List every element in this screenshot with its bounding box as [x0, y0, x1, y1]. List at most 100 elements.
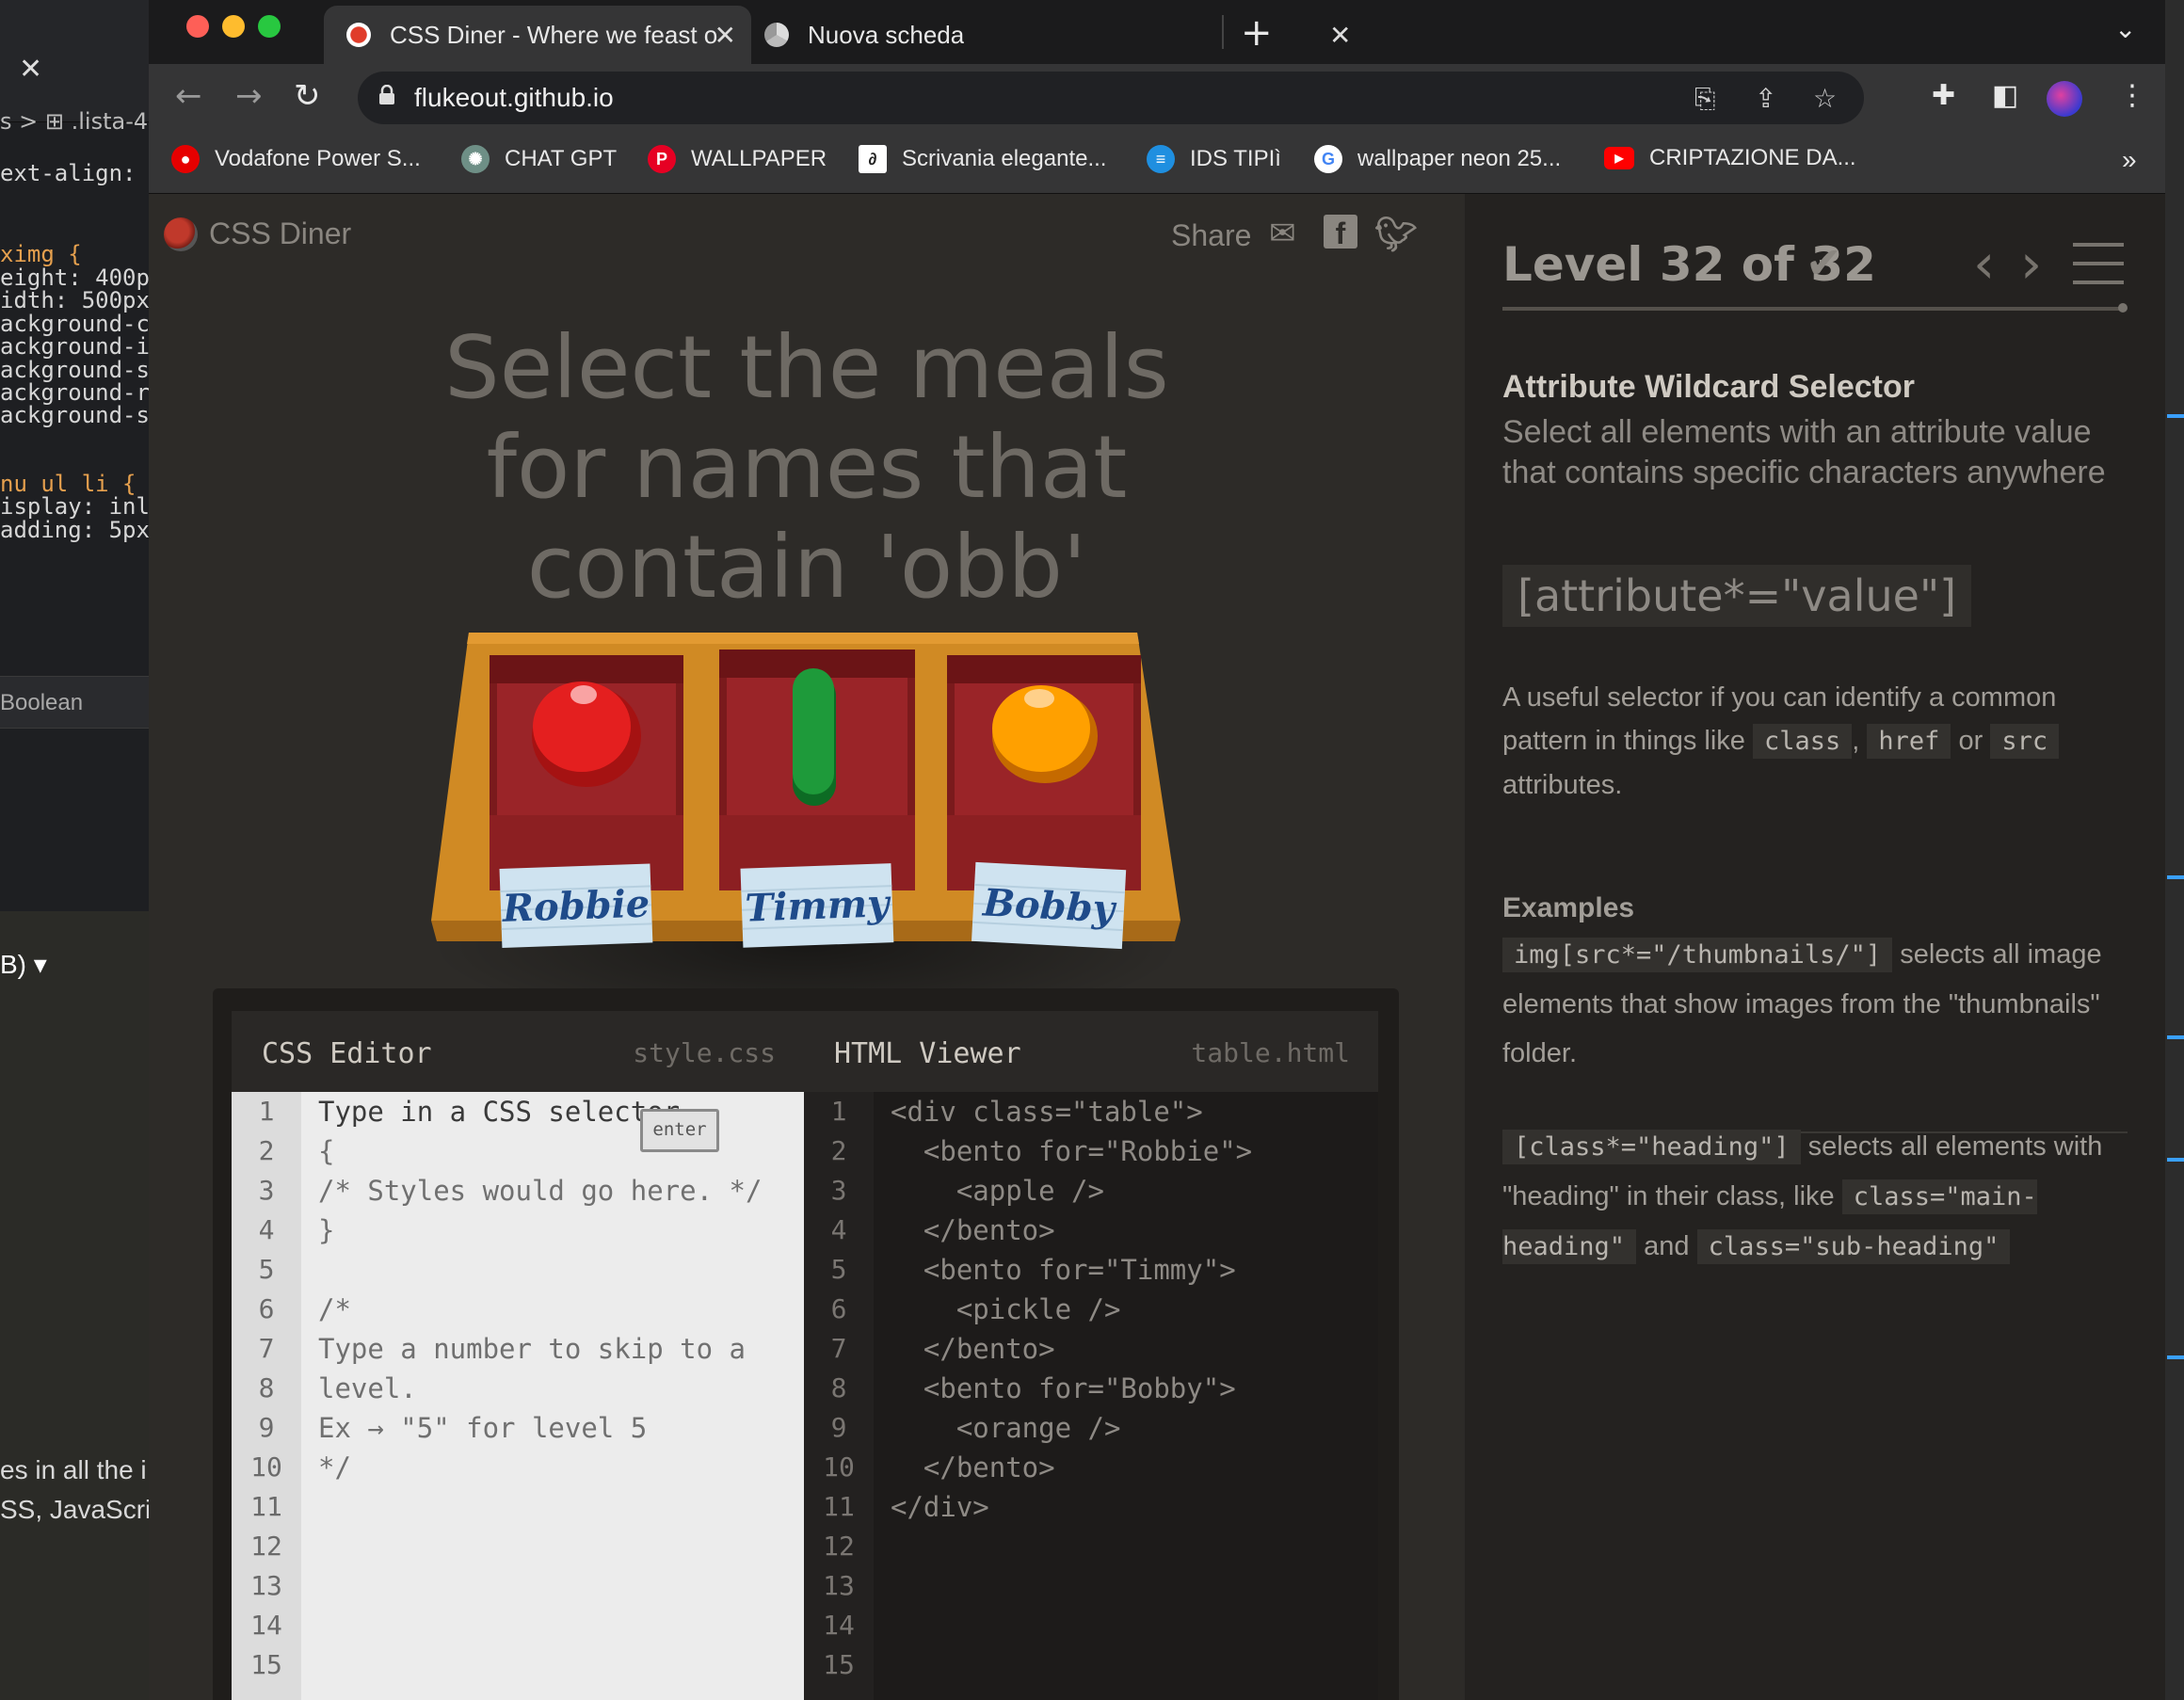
line-number: 9	[258, 1412, 275, 1443]
tab-new-tab[interactable]: Nuova scheda ✕	[761, 6, 1363, 64]
email-icon[interactable]: ✉	[1269, 215, 1296, 252]
code-line[interactable]	[318, 1487, 762, 1527]
close-tab-icon[interactable]: ✕	[1329, 20, 1363, 51]
bookmark-star-icon[interactable]: ☆	[1813, 83, 1837, 114]
bookmark-scrivania[interactable]: ∂ Scrivania elegante...	[859, 145, 1106, 173]
browser-toolbar: ← → ↻ flukeout.github.io ⎘ ⇪ ☆ ✚ ◧ ⋮	[149, 64, 2165, 132]
level-instruction: Select the meals for names that contain …	[444, 317, 1169, 617]
line-number: 4	[258, 1214, 275, 1245]
background-editor-window: ✕ s > ⊞ .lista-4 ext-align: ximg {eight: …	[0, 0, 151, 1700]
code-line[interactable]: level.	[318, 1369, 762, 1408]
css-diner-favicon-icon	[346, 23, 371, 47]
example-2: [class*="heading"] selects all elements …	[1502, 1122, 2133, 1272]
code-line[interactable]: */	[318, 1448, 762, 1487]
code-line[interactable]: Type a number to skip to a	[318, 1329, 762, 1369]
code-line[interactable]	[318, 1566, 762, 1606]
close-tab-icon[interactable]: ✕	[715, 20, 736, 51]
close-icon[interactable]: ✕	[19, 53, 42, 86]
level-menu-icon[interactable]	[2073, 243, 2124, 284]
code-line[interactable]	[891, 1606, 1252, 1645]
code-line[interactable]: <div class="table">	[891, 1092, 1252, 1131]
name-tag-text: Timmy	[745, 881, 892, 930]
bookmark-wallpaper-neon[interactable]: Gwallpaper neon 25...	[1314, 145, 1561, 173]
css-editor-pane: CSS Editor style.css 1 2 3 4 5 6 7 8 9 10 11 12 13 14…	[232, 1011, 804, 1700]
share-icon[interactable]: ⇪	[1755, 83, 1776, 114]
vodafone-icon: ●	[171, 145, 200, 173]
zoom-window-button[interactable]	[258, 15, 281, 38]
code-line[interactable]	[318, 1527, 762, 1566]
line-number: 15	[250, 1649, 282, 1680]
code-line[interactable]: <bento for="Robbie">	[891, 1131, 1252, 1171]
name-tag-text: Robbie	[501, 881, 650, 930]
code-line[interactable]: <orange />	[891, 1408, 1252, 1448]
twitter-icon[interactable]: 🐦︎	[1374, 215, 1418, 254]
minimize-window-button[interactable]	[222, 15, 245, 38]
code-line[interactable]: <bento for="Timmy">	[891, 1250, 1252, 1290]
bookmark-vodafone[interactable]: ● Vodafone Power S...	[171, 145, 421, 173]
example-code: [class*="heading"]	[1502, 1130, 1801, 1164]
address-bar[interactable]: flukeout.github.io ⎘ ⇪ ☆	[358, 72, 1864, 124]
code-line[interactable]: </bento>	[891, 1448, 1252, 1487]
code-line[interactable]: </div>	[891, 1487, 1252, 1527]
back-icon[interactable]: ←	[175, 77, 202, 115]
game-area: CSS Diner Share ✉ f 🐦︎ Select the meals …	[149, 194, 1465, 1700]
tab-css-diner[interactable]: CSS Diner - Where we feast on ✕	[324, 6, 751, 64]
next-level-icon[interactable]: ›	[2020, 232, 2042, 296]
bookmark-wallpaper[interactable]: P WALLPAPER	[648, 145, 827, 173]
share-label: Share	[1171, 218, 1252, 252]
code-line[interactable]: /* Styles would go here. */	[318, 1171, 762, 1211]
extensions-icon[interactable]: ✚	[1932, 79, 1955, 112]
page-content: CSS Diner Share ✉ f 🐦︎ Select the meals …	[149, 194, 2165, 1700]
code-line[interactable]	[891, 1566, 1252, 1606]
code-line[interactable]	[318, 1645, 762, 1685]
code-line[interactable]: </bento>	[891, 1329, 1252, 1369]
close-window-button[interactable]	[186, 15, 209, 38]
forward-icon[interactable]: →	[235, 77, 263, 115]
code-line[interactable]	[318, 1606, 762, 1645]
bookmark-chatgpt[interactable]: ✺ CHAT GPT	[461, 145, 617, 173]
code-line[interactable]	[318, 1250, 762, 1290]
tab-search-chevron-icon[interactable]: ⌄	[2114, 13, 2136, 44]
line-number: 12	[823, 1531, 855, 1562]
new-tab-icon[interactable]: +	[1241, 11, 1273, 55]
code-line[interactable]: </bento>	[891, 1211, 1252, 1250]
dropdown-label[interactable]: B) ▾	[0, 949, 47, 980]
code-line[interactable]: }	[318, 1211, 762, 1250]
selector-name: Attribute Wildcard Selector	[1502, 369, 1915, 405]
code-line[interactable]	[891, 1527, 1252, 1566]
css-editor-filename: style.css	[633, 1037, 776, 1068]
css-selector-input[interactable]: Type in a CSS selector{/* Styles would g…	[318, 1092, 762, 1685]
hint-code: class	[1753, 724, 1853, 759]
html-viewer-header: HTML Viewer table.html	[804, 1011, 1378, 1092]
code-line[interactable]: /*	[318, 1290, 762, 1329]
enter-button[interactable]: enter	[640, 1109, 719, 1152]
profile-avatar[interactable]	[2047, 81, 2082, 117]
side-panel-icon[interactable]: ◧	[1992, 79, 2018, 112]
more-menu-icon[interactable]: ⋮	[2118, 79, 2146, 112]
line-number: 8	[830, 1372, 847, 1403]
html-viewer-filename: table.html	[1191, 1037, 1350, 1068]
code-line[interactable]: <apple />	[891, 1171, 1252, 1211]
code-line[interactable]: <bento for="Bobby">	[891, 1369, 1252, 1408]
line-number: 6	[258, 1293, 275, 1324]
css-diner-logo[interactable]: CSS Diner	[164, 217, 351, 251]
code-line[interactable]: Ex → "5" for level 5	[318, 1408, 762, 1448]
bookmark-label: CRIPTAZIONE DA...	[1649, 145, 1856, 170]
reload-icon[interactable]: ↻	[294, 77, 321, 115]
previous-level-icon[interactable]: ‹	[1973, 232, 1995, 296]
bookmark-criptazione[interactable]: ▶ CRIPTAZIONE DA...	[1604, 145, 1856, 171]
code-line[interactable]	[891, 1645, 1252, 1685]
line-number: 3	[258, 1175, 275, 1206]
line-number: 6	[830, 1293, 847, 1324]
bookmarks-overflow-icon[interactable]: »	[2122, 145, 2137, 175]
translate-icon[interactable]: ⎘	[1694, 83, 1715, 115]
logo-plate-icon	[164, 217, 198, 251]
bookmark-ids[interactable]: ≡ IDS TIPIì	[1147, 145, 1281, 173]
level-complete-check-icon: ✔	[1806, 237, 1842, 288]
html-markup[interactable]: <div class="table"> <bento for="Robbie">…	[891, 1092, 1252, 1685]
background-text-line: es in all the i	[0, 1455, 147, 1484]
facebook-icon[interactable]: f	[1324, 215, 1357, 250]
line-number: 2	[258, 1135, 275, 1166]
code-line[interactable]: <pickle />	[891, 1290, 1252, 1329]
line-number: 3	[830, 1175, 847, 1206]
